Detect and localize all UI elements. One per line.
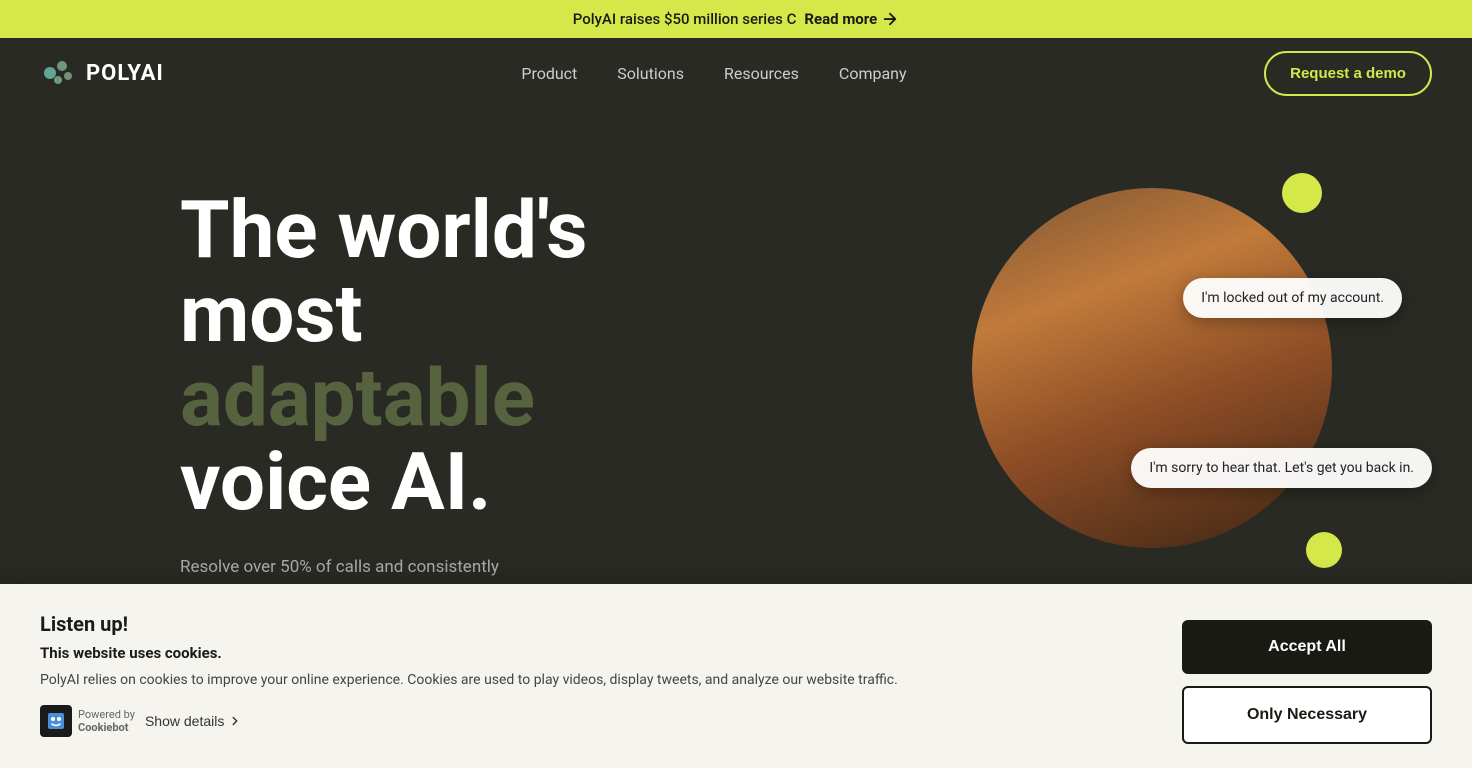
cookie-body: PolyAI relies on cookies to improve your… xyxy=(40,670,940,691)
only-necessary-button[interactable]: Only Necessary xyxy=(1182,686,1432,744)
cookiebot-powered-text: Powered by Cookiebot xyxy=(78,708,135,734)
speech-bubble-2: I'm sorry to hear that. Let's get you ba… xyxy=(1131,448,1432,488)
cookiebot-logo: Powered by Cookiebot xyxy=(40,705,135,737)
hero-line1: The world's xyxy=(180,183,587,277)
dot-top xyxy=(1282,173,1322,213)
hero-subtext-line1: Resolve over 50% of calls and consistent… xyxy=(180,554,587,581)
person-silhouette xyxy=(972,188,1332,548)
logo-wordmark: POLYAI xyxy=(86,61,164,86)
cookie-title: Listen up! xyxy=(40,612,940,636)
speech-bubble-1: I'm locked out of my account. xyxy=(1183,278,1402,318)
hero-line2: most xyxy=(180,267,363,361)
cookie-subtitle: This website uses cookies. xyxy=(40,644,940,662)
hero-image-area: I'm locked out of my account. I'm sorry … xyxy=(952,158,1352,578)
cookie-footer: Powered by Cookiebot Show details xyxy=(40,705,940,737)
announcement-text: PolyAI raises $50 million series C xyxy=(573,10,797,28)
logo[interactable]: POLYAI xyxy=(40,54,164,92)
cookie-banner: Listen up! This website uses cookies. Po… xyxy=(0,584,1472,768)
hero-line3: adaptable xyxy=(180,351,535,445)
cookie-buttons: Accept All Only Necessary xyxy=(1182,620,1432,744)
cookiebot-icon xyxy=(40,705,72,737)
nav-product[interactable]: Product xyxy=(521,64,577,83)
announcement-link[interactable]: Read more xyxy=(804,10,899,28)
hero-line4: voice AI. xyxy=(180,435,491,529)
nav-links: Product Solutions Resources Company xyxy=(521,64,906,83)
dot-bottom xyxy=(1306,532,1342,568)
accept-all-button[interactable]: Accept All xyxy=(1182,620,1432,674)
hero-heading: The world's most adaptable voice AI. xyxy=(180,188,587,524)
hero-portrait xyxy=(972,188,1332,548)
nav-solutions[interactable]: Solutions xyxy=(617,64,684,83)
cookie-content: Listen up! This website uses cookies. Po… xyxy=(40,612,940,737)
nav-resources[interactable]: Resources xyxy=(724,64,799,83)
navigation: POLYAI Product Solutions Resources Compa… xyxy=(0,38,1472,108)
announcement-bar: PolyAI raises $50 million series C Read … xyxy=(0,0,1472,38)
nav-demo-button[interactable]: Request a demo xyxy=(1264,51,1432,96)
show-details-button[interactable]: Show details xyxy=(145,713,242,729)
nav-company[interactable]: Company xyxy=(839,64,907,83)
